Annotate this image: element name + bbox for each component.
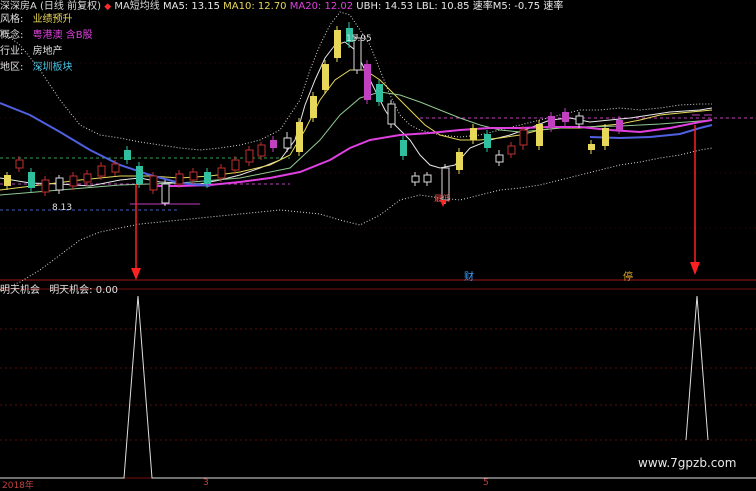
candle <box>376 80 383 106</box>
sub-panel-title: 明天机会 明天机会: 0.00 <box>0 281 118 296</box>
indicator-name[interactable]: MA短均线 <box>114 1 159 12</box>
candle <box>334 26 341 62</box>
finance-marker[interactable]: 财 <box>464 268 474 283</box>
candle <box>124 146 131 164</box>
ubh-value: UBH: 14.53 <box>356 1 414 12</box>
candle <box>602 124 609 150</box>
ma20-value: MA20: 12.02 <box>289 1 354 12</box>
region-label: 地区: <box>0 62 24 73</box>
candle <box>161 180 170 206</box>
region-row: 地区: 深圳板块 <box>0 61 73 74</box>
candle <box>283 132 292 152</box>
candle <box>588 140 595 154</box>
kline-chart-canvas[interactable] <box>0 0 756 487</box>
watermark-text: www.7gpzb.com <box>638 456 737 470</box>
candle <box>519 126 528 150</box>
candle <box>257 142 266 160</box>
candle <box>41 176 50 196</box>
signal-arrow-right <box>690 125 700 275</box>
region-value[interactable]: 深圳板块 <box>33 62 73 73</box>
suspend-marker[interactable]: 停 <box>623 268 633 283</box>
candle <box>245 146 254 166</box>
candle <box>507 142 516 158</box>
candle <box>575 112 584 128</box>
candle <box>364 60 371 104</box>
candle <box>69 172 78 190</box>
candle <box>310 92 317 122</box>
min-marker-label: 最低 <box>434 194 450 203</box>
candle <box>4 172 11 190</box>
candle <box>296 118 303 156</box>
candle <box>322 60 329 94</box>
industry-row: 行业: 房地产 <box>0 45 63 58</box>
opportunity-spike-right <box>685 295 709 441</box>
stock-name[interactable]: 深深房A <box>0 1 37 12</box>
ma10-value: MA10: 12.70 <box>223 1 287 12</box>
candle <box>15 156 24 172</box>
candle <box>231 156 240 174</box>
candle <box>456 148 463 174</box>
candle <box>484 130 491 152</box>
candle <box>495 150 504 166</box>
candle <box>411 172 420 186</box>
ma5-value: MA5: 13.15 <box>162 1 220 12</box>
rate-m5-value: 速率M5: -0.75 <box>472 1 541 12</box>
concept-row: 概念: 粤港澳 含B股 <box>0 29 93 42</box>
lower-band-line <box>0 147 713 291</box>
candle <box>270 136 277 152</box>
x-axis-year: 2018年 <box>2 481 34 491</box>
candle <box>400 136 407 160</box>
chart-header: 深深房A (日线 前复权) ◆ MA短均线 MA5: 13.15 MA10: 1… <box>0 0 563 14</box>
opportunity-spike-left <box>0 295 756 479</box>
style-row: 风格: 业绩预升 <box>0 13 73 26</box>
concept-label: 概念: <box>0 30 24 41</box>
sub-panel-value: 明天机会: 0.00 <box>49 285 119 296</box>
candle <box>387 100 396 128</box>
concept-value[interactable]: 粤港澳 含B股 <box>33 30 93 41</box>
candle <box>562 108 569 126</box>
candle <box>423 172 432 186</box>
period-label[interactable]: (日线 前复权) <box>40 1 101 12</box>
style-label: 风格: <box>0 14 24 25</box>
high-price-label: 15.95 <box>346 34 372 44</box>
sub-panel-name[interactable]: 明天机会 <box>0 285 40 296</box>
signal-arrow-left <box>131 184 141 280</box>
low-price-label: 8.13 <box>52 203 73 213</box>
candle <box>470 124 477 144</box>
industry-value[interactable]: 房地产 <box>33 46 63 57</box>
rate-label: 速率 <box>543 1 564 12</box>
candle <box>55 175 64 194</box>
indicator-marker-icon: ◆ <box>104 2 112 12</box>
lbl-value: LBL: 10.85 <box>416 1 470 12</box>
industry-label: 行业: <box>0 46 24 57</box>
style-value[interactable]: 业绩预升 <box>33 14 73 25</box>
candle <box>536 120 543 150</box>
candle <box>28 168 35 192</box>
